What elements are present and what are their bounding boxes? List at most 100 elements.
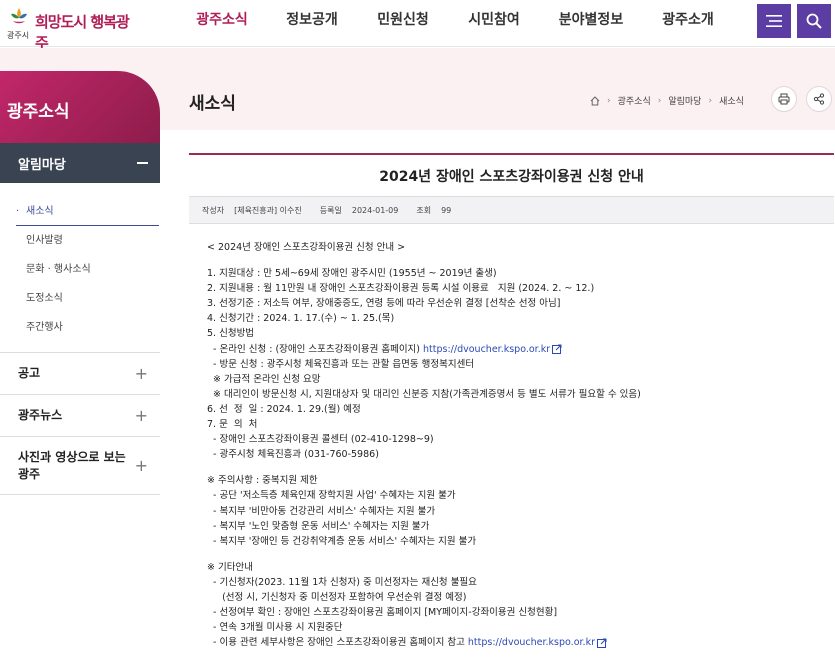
- article-line: 5. 신청방법: [207, 326, 834, 341]
- article-title: 2024년 장애인 스포츠강좌이용권 신청 안내: [189, 153, 834, 196]
- article-line-text: 3. 선정기준 : 저소득 여부, 장애중증도, 연령 등에 따라 우선순위 결…: [207, 298, 561, 310]
- external-link[interactable]: https://dvoucher.kspo.or.kr: [468, 637, 595, 648]
- sidebar-menu-gwangju-news[interactable]: 광주뉴스 +: [0, 395, 160, 437]
- article-line: 1. 지원대상 : 만 5세~69세 장애인 광주시민 (1955년 ~ 201…: [207, 266, 834, 281]
- share-icon: [813, 93, 825, 105]
- sidebar-submenu: 새소식 인사발령 문화 · 행사소식 도정소식 주간행사: [0, 183, 160, 353]
- article-line: ※ 주의사항 : 중복지원 제한: [207, 473, 834, 488]
- article-line-text: - 기신청자(2023. 11월 1차 신청자) 중 미선정자는 재신청 불필요: [207, 576, 477, 588]
- article-line: 4. 신청기간 : 2024. 1. 17.(수) ~ 1. 25.(목): [207, 311, 834, 326]
- article-line-text: - 선정여부 확인 : 장애인 스포츠강좌이용권 홈페이지 [MY페이지-강좌이…: [207, 607, 558, 619]
- collapse-minus-icon: [137, 162, 148, 164]
- sidebar-item-weekly-events[interactable]: 주간행사: [0, 313, 160, 342]
- home-icon[interactable]: [590, 95, 600, 106]
- article-line-text: - 공단 '저소득층 체육인재 장학지원 사업' 수혜자는 지원 불가: [207, 490, 456, 502]
- search-button[interactable]: [797, 4, 831, 38]
- article-line-text: ※ 대리인이 방문신청 시, 지원대상자 및 대리인 신분증 지참(가족관계증명…: [207, 388, 641, 400]
- left-sidebar: 광주소식 알림마당 새소식 인사발령 문화 · 행사소식 도정소식 주간행사 공…: [0, 71, 160, 495]
- article-line: ※ 기타안내: [207, 560, 834, 575]
- article-line: 2. 지원내용 : 월 11만원 내 장애인 스포츠강좌이용권 등록 시설 이용…: [207, 281, 834, 296]
- gnb-about-gwangju[interactable]: 광주소개: [642, 0, 734, 47]
- external-link-icon[interactable]: [552, 344, 562, 355]
- external-link-icon[interactable]: [596, 638, 607, 648]
- article-line-text: (선정 시, 기신청자 중 미선정자 포함하여 우선순위 결정 예정): [207, 591, 467, 603]
- sidebar-group-label: 알림마당: [18, 157, 66, 173]
- breadcrumb-item[interactable]: 광주소식: [618, 94, 651, 107]
- article-line: ※ 대리인이 방문신청 시, 지원대상자 및 대리인 신분증 지참(가족관계증명…: [207, 387, 834, 402]
- gnb-field-info[interactable]: 분야별정보: [540, 0, 642, 47]
- article-body: < 2024년 장애인 스포츠강좌이용권 신청 안내 > 1. 지원대상 : 만 …: [189, 224, 834, 650]
- meta-author: [체육진흥과] 이수진: [234, 205, 302, 215]
- article-line-text: ※ 가급적 온라인 신청 요망: [207, 373, 321, 385]
- article: 2024년 장애인 스포츠강좌이용권 신청 안내 작성자 [체육진흥과] 이수진…: [189, 153, 834, 650]
- article-line: - 연속 3개월 미사용 시 지원중단: [207, 620, 834, 635]
- breadcrumb-item-current: 새소식: [719, 97, 744, 107]
- global-nav: 광주소식 정보공개 민원신청 시민참여 분야별정보 광주소개: [178, 0, 734, 47]
- article-line: - 기신청자(2023. 11월 1차 신청자) 중 미선정자는 재신청 불필요: [207, 575, 834, 590]
- article-line-text: - 광주시청 체육진흥과 (031-760-5986): [207, 449, 379, 461]
- expand-plus-icon: +: [134, 406, 148, 425]
- sidebar-title: 광주소식: [0, 71, 160, 143]
- chevron-right-icon: ›: [607, 95, 611, 106]
- article-meta: 작성자 [체육진흥과] 이수진 등록일 2024-01-09 조회 99: [189, 196, 834, 224]
- article-line: 7. 문 의 처: [207, 417, 834, 432]
- article-line-text: 1. 지원대상 : 만 5세~69세 장애인 광주시민 (1955년 ~ 201…: [207, 268, 497, 280]
- article-line-text: 6. 선 정 일 : 2024. 1. 29.(월) 예정: [207, 403, 361, 415]
- sidebar-menu-photo-video[interactable]: 사진과 영상으로 보는 광주 +: [0, 437, 160, 495]
- article-line-text: ※ 기타안내: [207, 561, 253, 573]
- article-line-text: 2. 지원내용 : 월 11만원 내 장애인 스포츠강좌이용권 등록 시설 이용…: [207, 283, 595, 295]
- chevron-right-icon: ›: [657, 95, 662, 106]
- article-line: ※ 가급적 온라인 신청 요망: [207, 372, 834, 387]
- gnb-info-disclosure[interactable]: 정보공개: [266, 0, 358, 47]
- external-link[interactable]: https://dvoucher.kspo.or.kr: [423, 344, 550, 355]
- site-logo[interactable]: 광주시 희망도시 행복광주: [5, 6, 140, 52]
- page-title: 새소식: [189, 94, 236, 114]
- article-line: 3. 선정기준 : 저소득 여부, 장애중증도, 연령 등에 따라 우선순위 결…: [207, 296, 834, 311]
- article-line-text: - 복지부 '노인 맞춤형 운동 서비스' 수혜자는 지원 불가: [207, 520, 430, 532]
- article-line: < 2024년 장애인 스포츠강좌이용권 신청 안내 >: [207, 240, 834, 255]
- article-line-text: 4. 신청기간 : 2024. 1. 17.(수) ~ 1. 25.(목): [207, 313, 395, 325]
- article-line: - 방문 신청 : 광주시청 체육진흥과 또는 관할 읍면동 행정복지센터: [207, 357, 834, 372]
- gnb-gwangju-news[interactable]: 광주소식: [178, 0, 266, 47]
- article-line: [207, 549, 834, 560]
- article-line-text: - 이용 관련 세부사항은 장애인 스포츠강좌이용권 홈페이지 참고: [207, 637, 468, 649]
- hamburger-menu-button[interactable]: [757, 4, 791, 38]
- article-line: - 복지부 '장애인 등 건강취약계층 운동 서비스' 수혜자는 지원 불가: [207, 534, 834, 549]
- sidebar-menu-label: 사진과 영상으로 보는 광주: [18, 449, 126, 481]
- sidebar-group-notice[interactable]: 알림마당: [0, 143, 160, 183]
- hamburger-menu-icon: [766, 15, 782, 27]
- article-line-text: ※ 주의사항 : 중복지원 제한: [207, 475, 318, 487]
- meta-date: 2024-01-09: [351, 205, 399, 215]
- breadcrumb-item[interactable]: 알림마당: [668, 94, 701, 107]
- print-button[interactable]: [771, 86, 797, 112]
- article-line: [207, 255, 834, 266]
- article-line: - 선정여부 확인 : 장애인 스포츠강좌이용권 홈페이지 [MY페이지-강좌이…: [207, 605, 834, 620]
- sidebar-item-personnel[interactable]: 인사발령: [0, 226, 160, 255]
- meta-views: 99: [441, 205, 452, 215]
- sidebar-item-provincial-news[interactable]: 도정소식: [0, 284, 160, 313]
- expand-plus-icon: +: [134, 456, 148, 475]
- sidebar-menu-label: 광주뉴스: [18, 408, 63, 422]
- share-button[interactable]: [806, 86, 832, 112]
- expand-plus-icon: +: [134, 364, 148, 383]
- site-header: 광주시 희망도시 행복광주 광주소식 정보공개 민원신청 시민참여 분야별정보 …: [0, 0, 835, 52]
- meta-views-label: 조회: [416, 205, 432, 215]
- sidebar-item-news[interactable]: 새소식: [16, 197, 159, 226]
- print-icon: [778, 93, 790, 105]
- meta-date-label: 등록일: [319, 205, 342, 215]
- article-line-text: - 방문 신청 : 광주시청 체육진흥과 또는 관할 읍면동 행정복지센터: [207, 358, 475, 370]
- logo-slogan: 희망도시 행복광주: [35, 13, 130, 52]
- article-line-text: < 2024년 장애인 스포츠강좌이용권 신청 안내 >: [207, 242, 406, 253]
- article-line: - 복지부 '노인 맞춤형 운동 서비스' 수혜자는 지원 불가: [207, 519, 834, 534]
- sidebar-item-culture-events[interactable]: 문화 · 행사소식: [0, 255, 160, 284]
- logo-emblem-icon: [11, 8, 27, 24]
- article-line: - 이용 관련 세부사항은 장애인 스포츠강좌이용권 홈페이지 참고 https…: [207, 635, 834, 650]
- article-line-text: - 복지부 '장애인 등 건강취약계층 운동 서비스' 수혜자는 지원 불가: [207, 535, 477, 547]
- article-line-text: - 연속 3개월 미사용 시 지원중단: [207, 622, 343, 634]
- sidebar-menu-announcement[interactable]: 공고 +: [0, 353, 160, 395]
- gnb-citizen-participation[interactable]: 시민참여: [448, 0, 540, 47]
- article-line-text: 5. 신청방법: [207, 328, 255, 340]
- article-line: - 광주시청 체육진흥과 (031-760-5986): [207, 447, 834, 462]
- gnb-civil-petition[interactable]: 민원신청: [358, 0, 448, 47]
- article-line-text: - 복지부 '비만아동 건강관리 서비스' 수혜자는 지원 불가: [207, 505, 436, 517]
